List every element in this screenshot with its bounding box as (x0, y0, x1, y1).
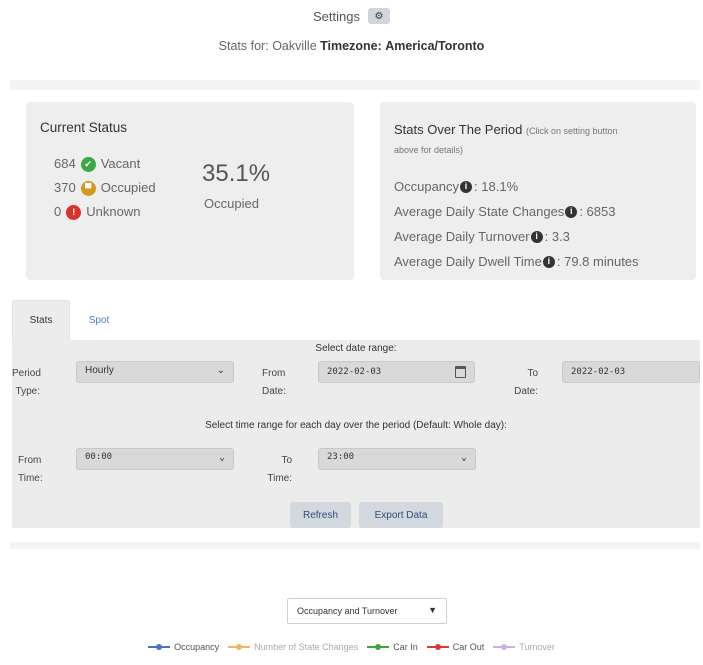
vacant-row: 684 ✔ Vacant (54, 152, 156, 176)
unknown-label: Unknown (86, 204, 141, 219)
calendar-icon[interactable] (455, 366, 466, 378)
metric-label: Average Daily Dwell Time (394, 254, 542, 269)
from-time-label: From Time: (18, 455, 43, 484)
date-range-heading: Select date range: (315, 343, 397, 354)
tab-spot[interactable]: Spot (70, 300, 128, 340)
legend-swatch (228, 644, 251, 650)
stats-for-line: Stats for: Oakville Timezone: America/To… (0, 39, 703, 53)
legend-item-car-out[interactable]: Car Out (426, 642, 485, 652)
divider-band (10, 542, 700, 549)
period-hint-a: (Click on setting button (526, 126, 618, 136)
period-stats-title: Stats Over The Period (Click on setting … (394, 122, 618, 137)
car-icon: ▀ (80, 180, 96, 196)
exclamation-circle-icon: ! (66, 204, 82, 220)
period-hint-b: above for details) (394, 145, 464, 155)
metric-label: Average Daily Turnover (394, 229, 530, 244)
chart-legend: Occupancy Number of State Changes Car In… (0, 642, 703, 652)
stats-prefix: Stats for: (218, 39, 269, 53)
from-date-label: From Date: (262, 368, 286, 397)
vacant-label: Vacant (100, 156, 141, 171)
period-metrics: Occupancy i : 18.1% Average Daily State … (394, 174, 639, 274)
legend-item-turnover[interactable]: Turnover (493, 642, 555, 652)
legend-label: Occupancy (174, 642, 220, 652)
period-stats-card: Stats Over The Period (Click on setting … (380, 102, 696, 280)
legend-label: Car Out (452, 642, 485, 652)
settings-label: Settings (313, 8, 360, 24)
legend-label: Turnover (519, 642, 555, 652)
legend-item-occupancy[interactable]: Occupancy (148, 642, 219, 652)
vacant-count: 684 (54, 156, 76, 171)
location-name: Oakville (272, 39, 317, 53)
to-date-value: 2022-02-03 (571, 367, 626, 377)
occupied-label: Occupied (100, 180, 156, 195)
chart-type-select[interactable]: Occupancy and Turnover ▼ (287, 598, 447, 624)
info-icon[interactable]: i (565, 205, 578, 218)
info-icon[interactable]: i (460, 180, 473, 193)
metric-label: Average Daily State Changes (394, 204, 565, 219)
metric-state-changes: Average Daily State Changes i : 6853 (394, 199, 639, 224)
legend-item-state-changes[interactable]: Number of State Changes (228, 642, 358, 652)
export-data-button[interactable]: Export Data (359, 502, 443, 528)
from-time-select[interactable]: 00:00 ⌄ (76, 448, 234, 470)
legend-swatch (426, 644, 449, 650)
metric-dwell-time: Average Daily Dwell Time i : 79.8 minute… (394, 249, 639, 274)
occupied-percentage: 35.1% (202, 160, 271, 187)
to-time-select[interactable]: 23:00 ⌄ (318, 448, 476, 470)
occupied-percentage-label: Occupied (204, 196, 259, 211)
period-title-text: Stats Over The Period (394, 122, 523, 137)
occupied-row: 370 ▀ Occupied (54, 176, 156, 200)
unknown-count: 0 (54, 204, 62, 219)
occupied-count: 370 (54, 180, 76, 195)
tab-stats[interactable]: Stats (12, 300, 70, 340)
chevron-down-icon: ⌄ (216, 365, 225, 376)
legend-swatch (493, 644, 516, 650)
legend-label: Number of State Changes (254, 642, 359, 652)
metric-label: Occupancy (394, 179, 460, 194)
period-type-value: Hourly (85, 365, 114, 376)
legend-label: Car In (393, 642, 418, 652)
time-range-heading: Select time range for each day over the … (205, 420, 507, 431)
legend-swatch (148, 644, 171, 650)
metric-value: : 18.1% (474, 179, 519, 194)
period-type-select[interactable]: Hourly ⌄ (76, 361, 234, 383)
divider-band (10, 80, 700, 90)
unknown-row: 0 ! Unknown (54, 200, 156, 224)
check-circle-icon: ✔ (80, 156, 96, 172)
metric-value: : 6853 (579, 204, 616, 219)
metric-value: : 3.3 (544, 229, 570, 244)
current-status-card: Current Status 684 ✔ Vacant 370 ▀ Occupi… (26, 102, 354, 280)
to-time-label: To Time: (267, 455, 292, 484)
to-time-value: 23:00 (327, 452, 355, 462)
from-time-value: 00:00 (85, 452, 113, 462)
info-icon[interactable]: i (542, 255, 555, 268)
from-date-input[interactable]: 2022-02-03 (318, 361, 475, 383)
timezone-value: America/Toronto (385, 39, 485, 53)
info-icon[interactable]: i (530, 230, 543, 243)
legend-swatch (367, 644, 390, 650)
refresh-button[interactable]: Refresh (290, 502, 351, 528)
metric-value: : 79.8 minutes (556, 254, 639, 269)
status-counts: 684 ✔ Vacant 370 ▀ Occupied 0 ! Unknown (54, 152, 156, 224)
to-date-label: To Date: (514, 368, 538, 397)
header: Settings ⚙ Stats for: Oakville Timezone:… (0, 8, 703, 53)
gear-icon: ⚙ (374, 10, 384, 22)
settings-button[interactable]: ⚙ (367, 8, 390, 24)
legend-item-car-in[interactable]: Car In (367, 642, 418, 652)
current-status-title: Current Status (40, 120, 128, 135)
chart-type-value: Occupancy and Turnover (297, 606, 398, 616)
stats-form-panel: Select date range: Period Type: Hourly ⌄… (12, 340, 700, 528)
period-type-label: Period Type: (12, 368, 41, 397)
tab-bar: Stats Spot (12, 300, 128, 340)
chevron-down-icon: ⌄ (460, 452, 467, 463)
from-date-value: 2022-02-03 (327, 367, 382, 377)
caret-down-icon: ▼ (428, 605, 437, 615)
metric-turnover: Average Daily Turnover i : 3.3 (394, 224, 639, 249)
timezone-label: Timezone: (320, 39, 382, 53)
to-date-input[interactable]: 2022-02-03 (562, 361, 700, 383)
chevron-down-icon: ⌄ (218, 452, 225, 463)
metric-occupancy: Occupancy i : 18.1% (394, 174, 639, 199)
settings-row: Settings ⚙ (0, 8, 703, 24)
